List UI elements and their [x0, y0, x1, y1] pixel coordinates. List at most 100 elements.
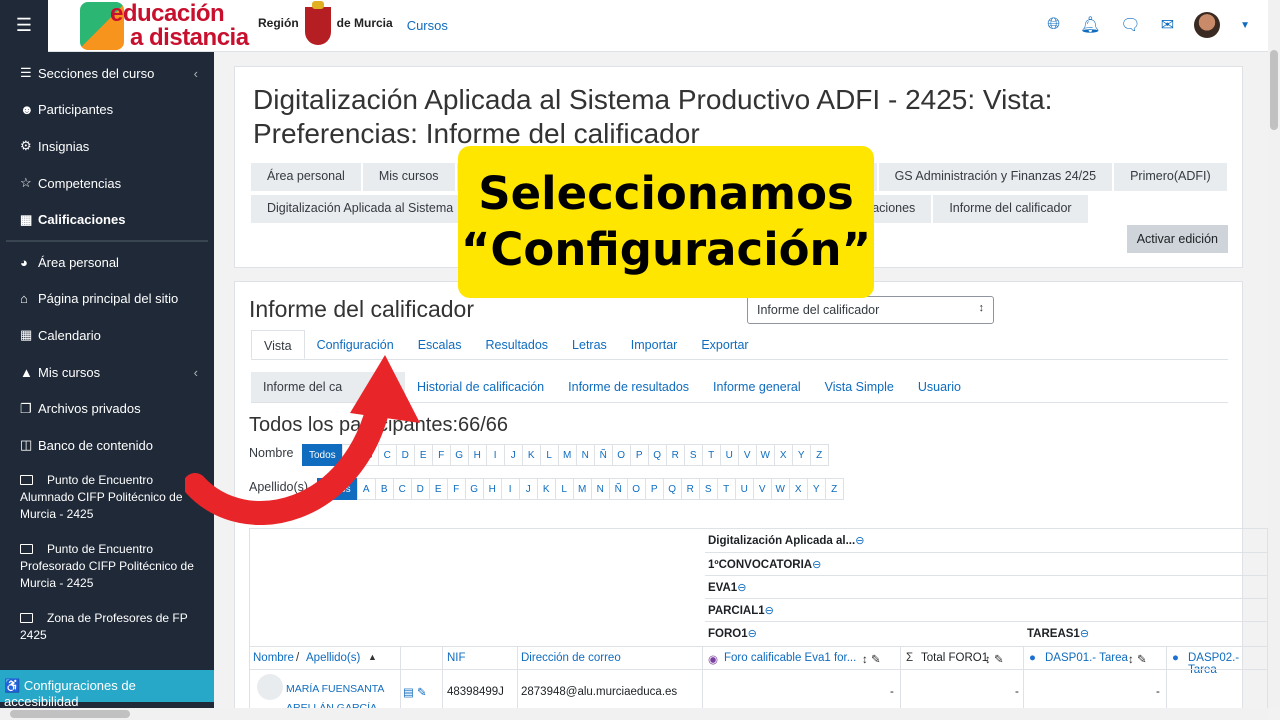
subtab-historial[interactable]: Historial de calificación	[405, 372, 556, 402]
initial-letter-button[interactable]: N	[590, 478, 610, 500]
header-total-foro1[interactable]: Total FORO1	[921, 652, 988, 664]
initial-letter-button[interactable]: A	[356, 478, 376, 500]
initial-letter-button[interactable]: P	[629, 444, 649, 466]
initial-letter-button[interactable]: M	[572, 478, 592, 500]
chevron-down-icon[interactable]: ▼	[1240, 20, 1250, 31]
tab-escalas[interactable]: Escalas	[406, 330, 474, 359]
collapse-icon[interactable]: ⊖	[1080, 628, 1089, 640]
sidebar-item-secciones[interactable]: ☰ Secciones del curso ‹	[0, 55, 214, 92]
chat-icon[interactable]: 🗨︎	[1120, 15, 1140, 35]
initial-letter-button[interactable]: B	[359, 444, 379, 466]
sidebar-group-alumnado[interactable]: Punto de Encuentro Alumnado CIFP Politéc…	[0, 464, 214, 533]
bell-icon[interactable]: 🔔︎	[1080, 15, 1100, 35]
sidebar-group-zona-fp[interactable]: Zona de Profesores de FP 2425	[0, 602, 214, 644]
initial-letter-button[interactable]: H	[482, 478, 502, 500]
subtab-informe-calificador[interactable]: Informe del ca	[251, 372, 405, 402]
initial-letter-button[interactable]: L	[554, 478, 574, 500]
grade-cell[interactable]: -	[1156, 686, 1160, 698]
initial-letter-button[interactable]: S	[698, 478, 718, 500]
initial-letter-button[interactable]: M	[557, 444, 577, 466]
collapse-icon[interactable]: ⊖	[748, 628, 757, 640]
tab-exportar[interactable]: Exportar	[689, 330, 760, 359]
edit-mode-button[interactable]: Activar edición	[1126, 225, 1228, 253]
menu-toggle-button[interactable]: ☰	[0, 0, 48, 52]
sidebar-item-competencias[interactable]: ☆ Competencias	[0, 165, 214, 202]
initial-letter-button[interactable]: A	[341, 444, 361, 466]
sort-firstname-link[interactable]: Nombre	[253, 652, 294, 664]
initial-letter-button[interactable]: X	[788, 478, 808, 500]
initial-letter-button[interactable]: C	[392, 478, 412, 500]
initial-letter-button[interactable]: L	[539, 444, 559, 466]
nav-cursos-link[interactable]: Cursos	[407, 18, 448, 33]
initial-letter-button[interactable]: W	[770, 478, 790, 500]
horizontal-scrollbar[interactable]	[0, 708, 1268, 720]
breadcrumb-item[interactable]: Mis cursos	[363, 163, 457, 191]
initial-letter-button[interactable]: J	[503, 444, 523, 466]
sort-surname-link[interactable]: Apellido(s)	[306, 652, 360, 664]
initial-letter-button[interactable]: V	[752, 478, 772, 500]
avatar[interactable]	[1194, 12, 1221, 38]
initial-letter-button[interactable]: I	[485, 444, 505, 466]
tab-configuracion[interactable]: Configuración	[305, 330, 406, 359]
initial-letter-button[interactable]: Q	[662, 478, 682, 500]
globe-icon[interactable]: 🌐︎	[1047, 16, 1060, 34]
header-dasp01[interactable]: DASP01.- Tarea	[1045, 652, 1128, 664]
breadcrumb-item[interactable]: Informe del calificador	[933, 195, 1090, 223]
header-grade-item-foro[interactable]: Foro calificable Eva1 for...	[724, 652, 856, 664]
initial-letter-button[interactable]: Z	[809, 444, 829, 466]
initial-all-button[interactable]: Todos	[317, 478, 358, 500]
site-logo[interactable]: educación a distancia	[80, 0, 250, 52]
tab-vista[interactable]: Vista	[251, 330, 305, 359]
initial-letter-button[interactable]: Ñ	[593, 444, 613, 466]
initial-letter-button[interactable]: U	[719, 444, 739, 466]
initial-letter-button[interactable]: V	[737, 444, 757, 466]
sidebar-item-participantes[interactable]: ☻ Participantes	[0, 92, 214, 129]
sidebar-item-mis-cursos[interactable]: ▲ Mis cursos ‹	[0, 354, 214, 391]
initial-letter-button[interactable]: C	[377, 444, 397, 466]
sort-asc-icon[interactable]: ▲	[368, 652, 377, 662]
sort-icon[interactable]: ↕ ✎	[862, 652, 881, 666]
initial-letter-button[interactable]: Y	[806, 478, 826, 500]
initial-letter-button[interactable]: Y	[791, 444, 811, 466]
initial-letter-button[interactable]: U	[734, 478, 754, 500]
subtab-usuario[interactable]: Usuario	[906, 372, 973, 402]
breadcrumb-item[interactable]: GS Administración y Finanzas 24/25	[879, 163, 1115, 191]
initial-letter-button[interactable]: J	[518, 478, 538, 500]
tab-letras[interactable]: Letras	[560, 330, 619, 359]
initial-letter-button[interactable]: G	[464, 478, 484, 500]
breadcrumb-item[interactable]: Área personal	[251, 163, 363, 191]
subtab-vista-simple[interactable]: Vista Simple	[813, 372, 906, 402]
grade-cell[interactable]: -	[890, 686, 894, 698]
initial-letter-button[interactable]: T	[716, 478, 736, 500]
initial-letter-button[interactable]: G	[449, 444, 469, 466]
initial-letter-button[interactable]: I	[500, 478, 520, 500]
sidebar-item-area-personal[interactable]: ◕ Área personal	[0, 244, 214, 281]
initial-letter-button[interactable]: E	[413, 444, 433, 466]
collapse-icon[interactable]: ⊖	[737, 582, 746, 594]
initial-letter-button[interactable]: E	[428, 478, 448, 500]
initial-letter-button[interactable]: Ñ	[608, 478, 628, 500]
initial-letter-button[interactable]: H	[467, 444, 487, 466]
collapse-icon[interactable]: ⊖	[765, 605, 774, 617]
chevron-left-icon[interactable]: ‹	[194, 365, 198, 380]
sidebar-item-pagina-principal[interactable]: ⌂ Página principal del sitio	[0, 281, 214, 318]
report-type-select[interactable]: Informe del calificador	[747, 296, 994, 324]
collapse-icon[interactable]: ⊖	[812, 559, 821, 571]
gradebook-icon[interactable]: ▤ ✎	[403, 685, 427, 699]
sort-icon[interactable]: ↕ ✎	[1128, 652, 1147, 666]
tab-importar[interactable]: Importar	[619, 330, 690, 359]
subtab-informe-resultados[interactable]: Informe de resultados	[556, 372, 701, 402]
initial-letter-button[interactable]: Z	[824, 478, 844, 500]
breadcrumb-item[interactable]: Digitalización Aplicada al Sistema	[251, 195, 472, 223]
initial-letter-button[interactable]: B	[374, 478, 394, 500]
sidebar-item-archivos[interactable]: ❐ Archivos privados	[0, 390, 214, 427]
initial-letter-button[interactable]: N	[575, 444, 595, 466]
initial-letter-button[interactable]: D	[395, 444, 415, 466]
collapse-icon[interactable]: ⊖	[855, 535, 864, 547]
subtab-informe-general[interactable]: Informe general	[701, 372, 813, 402]
initial-letter-button[interactable]: K	[536, 478, 556, 500]
initial-letter-button[interactable]: F	[446, 478, 466, 500]
initial-all-button[interactable]: Todos	[302, 444, 343, 466]
tab-resultados[interactable]: Resultados	[474, 330, 561, 359]
initial-letter-button[interactable]: S	[683, 444, 703, 466]
